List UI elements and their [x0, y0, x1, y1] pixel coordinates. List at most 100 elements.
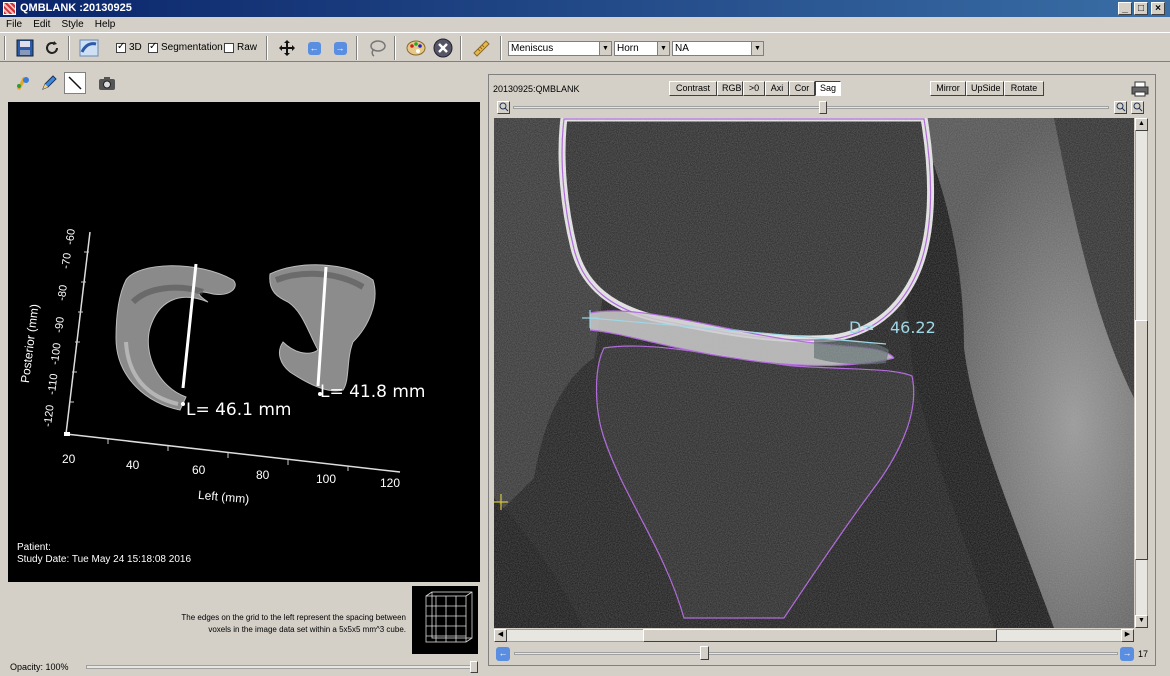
opacity-slider-handle[interactable] [470, 661, 478, 673]
grid-thumbnail [412, 586, 478, 654]
pan-button[interactable] [276, 37, 298, 59]
zoom-out-icon [499, 102, 508, 112]
contrast-button[interactable]: Contrast [669, 81, 717, 96]
check-segmentation-box[interactable] [148, 41, 158, 53]
close-button[interactable]: × [1151, 2, 1165, 15]
view3d-toolbar [12, 72, 122, 96]
check-raw-label: Raw [237, 42, 258, 53]
toolbar-separator [266, 36, 268, 60]
region-select[interactable]: Horn ▼ [614, 41, 670, 56]
pencil-button[interactable] [38, 72, 60, 94]
chevron-down-icon[interactable]: ▼ [657, 42, 669, 55]
app-icon [3, 2, 16, 15]
previous-button[interactable]: ← [303, 37, 325, 59]
coronal-button[interactable]: Cor [789, 81, 815, 96]
check-3d-box[interactable] [116, 41, 126, 53]
x-tick: 80 [256, 468, 270, 482]
camera-icon [99, 77, 115, 90]
x-tick: 20 [62, 452, 76, 466]
reload-button[interactable] [41, 37, 63, 59]
menu-help[interactable]: Help [95, 19, 116, 30]
arrow-left-icon: ← [307, 41, 321, 55]
cancel-icon [433, 38, 453, 58]
mirror-button[interactable]: Mirror [930, 81, 966, 96]
line-tool-button[interactable] [64, 72, 86, 94]
check-segmentation[interactable]: Segmentation [148, 41, 223, 53]
x-axis [65, 433, 401, 473]
info-area: The edges on the grid to the left repres… [8, 582, 480, 658]
print-button[interactable] [1131, 81, 1149, 97]
check-3d-label: 3D [129, 42, 142, 53]
slice-prev-button[interactable]: ← [496, 647, 510, 661]
color-map-button[interactable] [12, 72, 34, 94]
scroll-left-button[interactable]: ◀ [494, 629, 507, 642]
check-raw-box[interactable] [224, 42, 234, 53]
chevron-down-icon[interactable]: ▼ [751, 42, 763, 55]
upside-button[interactable]: UpSide [966, 81, 1004, 96]
ruler-icon [473, 40, 490, 57]
distance-measure-label: D= 46.22 [849, 318, 936, 337]
maximize-button[interactable]: □ [1134, 2, 1148, 15]
y-tick: -110 [46, 372, 61, 396]
extra-select-value: NA [675, 43, 689, 54]
brush-color-icon [17, 77, 29, 90]
scroll-up-button[interactable]: ▲ [1135, 118, 1148, 131]
structure-select[interactable]: Meniscus ▼ [508, 41, 612, 56]
extra-select[interactable]: NA ▼ [672, 41, 764, 56]
region-select-value: Horn [617, 43, 639, 54]
vertical-scroll-thumb[interactable] [1135, 320, 1148, 560]
zoom-slider-track[interactable] [513, 106, 1109, 109]
paint-button[interactable] [405, 37, 427, 59]
menu-file[interactable]: File [6, 19, 22, 30]
check-segmentation-label: Segmentation [161, 42, 223, 53]
minimize-button[interactable]: _ [1118, 2, 1132, 15]
toolbar-separator [394, 36, 396, 60]
horizontal-scroll-thumb[interactable] [643, 629, 997, 642]
next-button[interactable]: → [329, 37, 351, 59]
zoom-in-icon [1116, 102, 1125, 112]
line-icon [68, 76, 82, 90]
view-3d-canvas [64, 231, 401, 473]
mri-slice-image[interactable]: D= 46.22 [494, 118, 1134, 628]
cancel-button[interactable] [432, 37, 454, 59]
save-button[interactable] [14, 37, 36, 59]
zoom-out-button[interactable] [497, 101, 510, 114]
slice-next-button[interactable]: → [1120, 647, 1134, 661]
view-3d[interactable]: L= 46.1 mm L= 41.8 mm 20 40 60 80 100 12… [8, 102, 480, 582]
rotate-button[interactable]: Rotate [1004, 81, 1044, 96]
menu-bar: File Edit Style Help [0, 17, 1170, 32]
menu-style[interactable]: Style [61, 19, 83, 30]
lasso-button[interactable] [366, 37, 388, 59]
y-tick: -60 [64, 228, 78, 246]
toolbar-separator [356, 36, 358, 60]
measure-label-right: L= 41.8 mm [320, 382, 426, 402]
axial-button[interactable]: Axi [765, 81, 789, 96]
snapshot-button[interactable] [96, 72, 118, 94]
x-tick: 100 [316, 472, 337, 486]
toolbar-separator [68, 36, 70, 60]
check-raw[interactable]: Raw [224, 42, 257, 53]
sagittal-button[interactable]: Sag [815, 81, 841, 96]
opacity-slider-track[interactable] [86, 665, 476, 669]
toolbar: 3D Segmentation Raw ← → Meniscus ▼ Horn … [0, 32, 1170, 62]
series-label: 20130925:QMBLANK [493, 84, 580, 94]
grid-info-text: The edges on the grid to the left repres… [106, 612, 406, 636]
slice-slider-track[interactable] [514, 652, 1118, 655]
menu-edit[interactable]: Edit [33, 19, 50, 30]
ruler-button[interactable] [470, 37, 492, 59]
segment-tool-button[interactable] [78, 37, 100, 59]
positive-button[interactable]: >0 [743, 81, 765, 96]
y-tick: -70 [60, 252, 74, 270]
scroll-right-button[interactable]: ▶ [1121, 629, 1134, 642]
scroll-down-button[interactable]: ▼ [1135, 615, 1148, 628]
zoom-fit-button[interactable] [1131, 101, 1144, 114]
slice-slider-handle[interactable] [700, 646, 709, 660]
toolbar-separator [4, 36, 6, 60]
x-tick: 120 [380, 476, 401, 490]
lasso-icon [370, 40, 386, 57]
zoom-slider-handle[interactable] [819, 101, 827, 114]
check-3d[interactable]: 3D [116, 41, 142, 53]
zoom-in-button[interactable] [1114, 101, 1127, 114]
chevron-down-icon[interactable]: ▼ [599, 42, 611, 55]
rgb-button[interactable]: RGB [717, 81, 743, 96]
